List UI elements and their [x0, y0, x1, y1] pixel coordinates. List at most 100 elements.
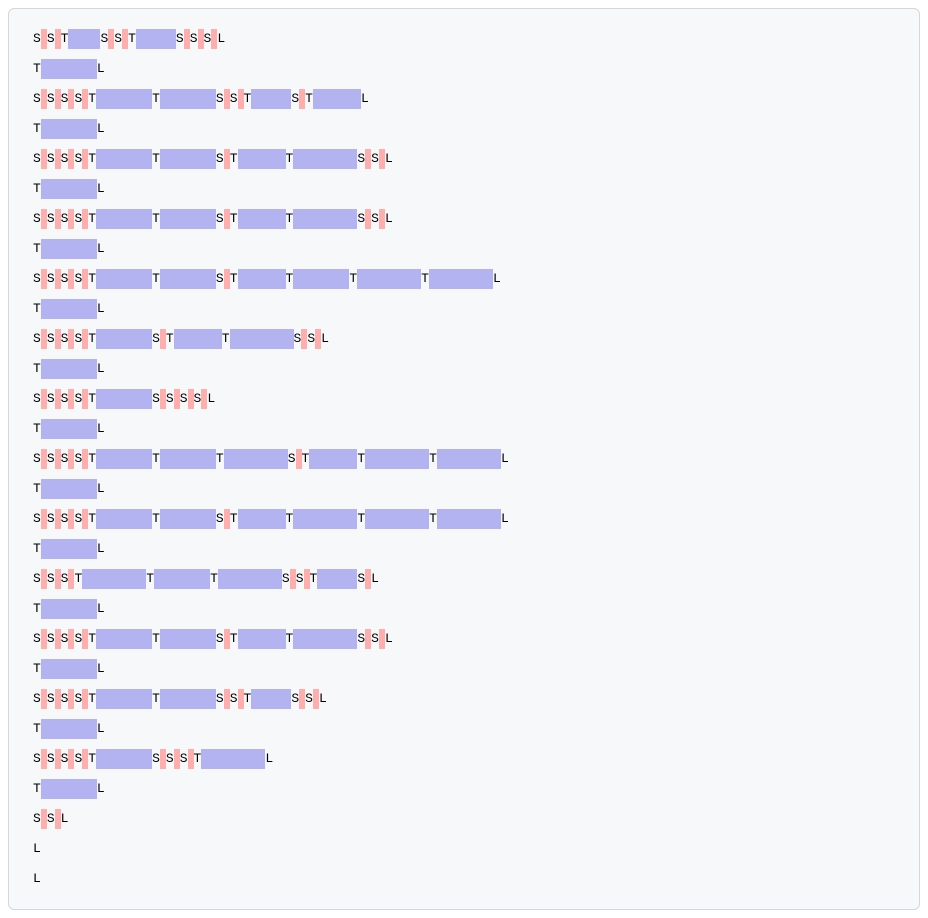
t-bar: [41, 419, 97, 439]
token-t-label: T: [88, 329, 96, 349]
token-s-label: S: [74, 749, 82, 769]
token-t-label: T: [429, 509, 437, 529]
t-bar: [309, 449, 357, 469]
token-s-label: S: [61, 509, 69, 529]
token-l-label: L: [385, 209, 393, 229]
token-t-label: T: [33, 239, 41, 259]
token-s-label: S: [180, 749, 188, 769]
t-bar: [238, 629, 286, 649]
t-bar: [160, 449, 216, 469]
token-t-label: T: [152, 509, 160, 529]
t-bar: [41, 299, 97, 319]
sequence-row: L: [33, 869, 895, 889]
token-t-label: T: [244, 89, 252, 109]
token-s-label: S: [47, 329, 55, 349]
token-t-label: T: [88, 89, 96, 109]
token-l-label: L: [97, 179, 105, 199]
token-l-label: L: [217, 29, 225, 49]
token-s-label: S: [33, 209, 41, 229]
token-t-label: T: [244, 689, 252, 709]
token-t-label: T: [194, 749, 202, 769]
token-t-label: T: [357, 509, 365, 529]
token-s-label: S: [296, 569, 304, 589]
token-t-label: T: [166, 329, 174, 349]
token-t-label: T: [33, 599, 41, 619]
sequence-row: SSTSSTSSSL: [33, 29, 895, 49]
token-s-label: S: [33, 149, 41, 169]
token-t-label: T: [128, 29, 136, 49]
sequence-row: SSSSTTTSTTTL: [33, 449, 895, 469]
token-s-label: S: [216, 509, 224, 529]
token-t-label: T: [146, 569, 154, 589]
t-bar: [174, 329, 222, 349]
token-t-label: T: [88, 509, 96, 529]
t-bar: [429, 269, 493, 289]
sequence-row: TL: [33, 119, 895, 139]
token-t-label: T: [230, 149, 238, 169]
t-bar: [293, 509, 357, 529]
token-s-label: S: [61, 89, 69, 109]
token-t-label: T: [230, 269, 238, 289]
sequence-row: SSSSTSTTSSL: [33, 329, 895, 349]
sequence-row: SSSTTTSSTSL: [33, 569, 895, 589]
token-l-label: L: [97, 659, 105, 679]
token-t-label: T: [222, 329, 230, 349]
t-bar: [41, 179, 97, 199]
token-l-label: L: [319, 689, 327, 709]
token-t-label: T: [230, 509, 238, 529]
token-s-label: S: [305, 689, 313, 709]
sequence-row: TL: [33, 539, 895, 559]
token-t-label: T: [152, 89, 160, 109]
token-s-label: S: [282, 569, 290, 589]
t-bar: [41, 479, 97, 499]
token-l-label: L: [371, 569, 379, 589]
t-bar: [96, 149, 152, 169]
token-l-label: L: [207, 389, 215, 409]
token-t-label: T: [88, 269, 96, 289]
token-s-label: S: [216, 269, 224, 289]
token-t-label: T: [33, 719, 41, 739]
token-s-label: S: [74, 89, 82, 109]
token-l-label: L: [97, 539, 105, 559]
token-l-label: L: [385, 149, 393, 169]
token-t-label: T: [33, 59, 41, 79]
token-s-label: S: [61, 749, 69, 769]
t-bar: [82, 569, 146, 589]
t-bar: [224, 449, 288, 469]
sequence-row: TL: [33, 599, 895, 619]
token-l-label: L: [97, 119, 105, 139]
t-bar: [96, 449, 152, 469]
sequence-row: SSSSTTSTTSSL: [33, 629, 895, 649]
t-bar: [160, 689, 216, 709]
t-bar: [293, 149, 357, 169]
t-bar: [357, 269, 421, 289]
t-bar: [238, 509, 286, 529]
t-bar: [96, 269, 152, 289]
token-t-label: T: [61, 29, 69, 49]
t-bar: [160, 509, 216, 529]
token-s-label: S: [61, 629, 69, 649]
token-s-label: S: [216, 89, 224, 109]
token-s-label: S: [114, 29, 122, 49]
token-t-label: T: [357, 449, 365, 469]
token-s-label: S: [47, 89, 55, 109]
token-s-label: S: [47, 149, 55, 169]
token-l-label: L: [265, 749, 273, 769]
t-bar: [317, 569, 357, 589]
t-bar: [41, 359, 97, 379]
t-bar: [160, 269, 216, 289]
token-t-label: T: [421, 269, 429, 289]
t-bar: [41, 539, 97, 559]
token-t-label: T: [74, 569, 82, 589]
sequence-row: SSSSTSSSTL: [33, 749, 895, 769]
token-l-label: L: [61, 809, 69, 829]
sequence-row: TL: [33, 659, 895, 679]
token-t-label: T: [302, 449, 310, 469]
token-t-label: T: [88, 689, 96, 709]
token-l-label: L: [385, 629, 393, 649]
t-bar: [41, 659, 97, 679]
sequence-row: SSSSTTSSTSTL: [33, 89, 895, 109]
token-l-label: L: [97, 359, 105, 379]
sequence-row: L: [33, 839, 895, 859]
token-s-label: S: [371, 629, 379, 649]
